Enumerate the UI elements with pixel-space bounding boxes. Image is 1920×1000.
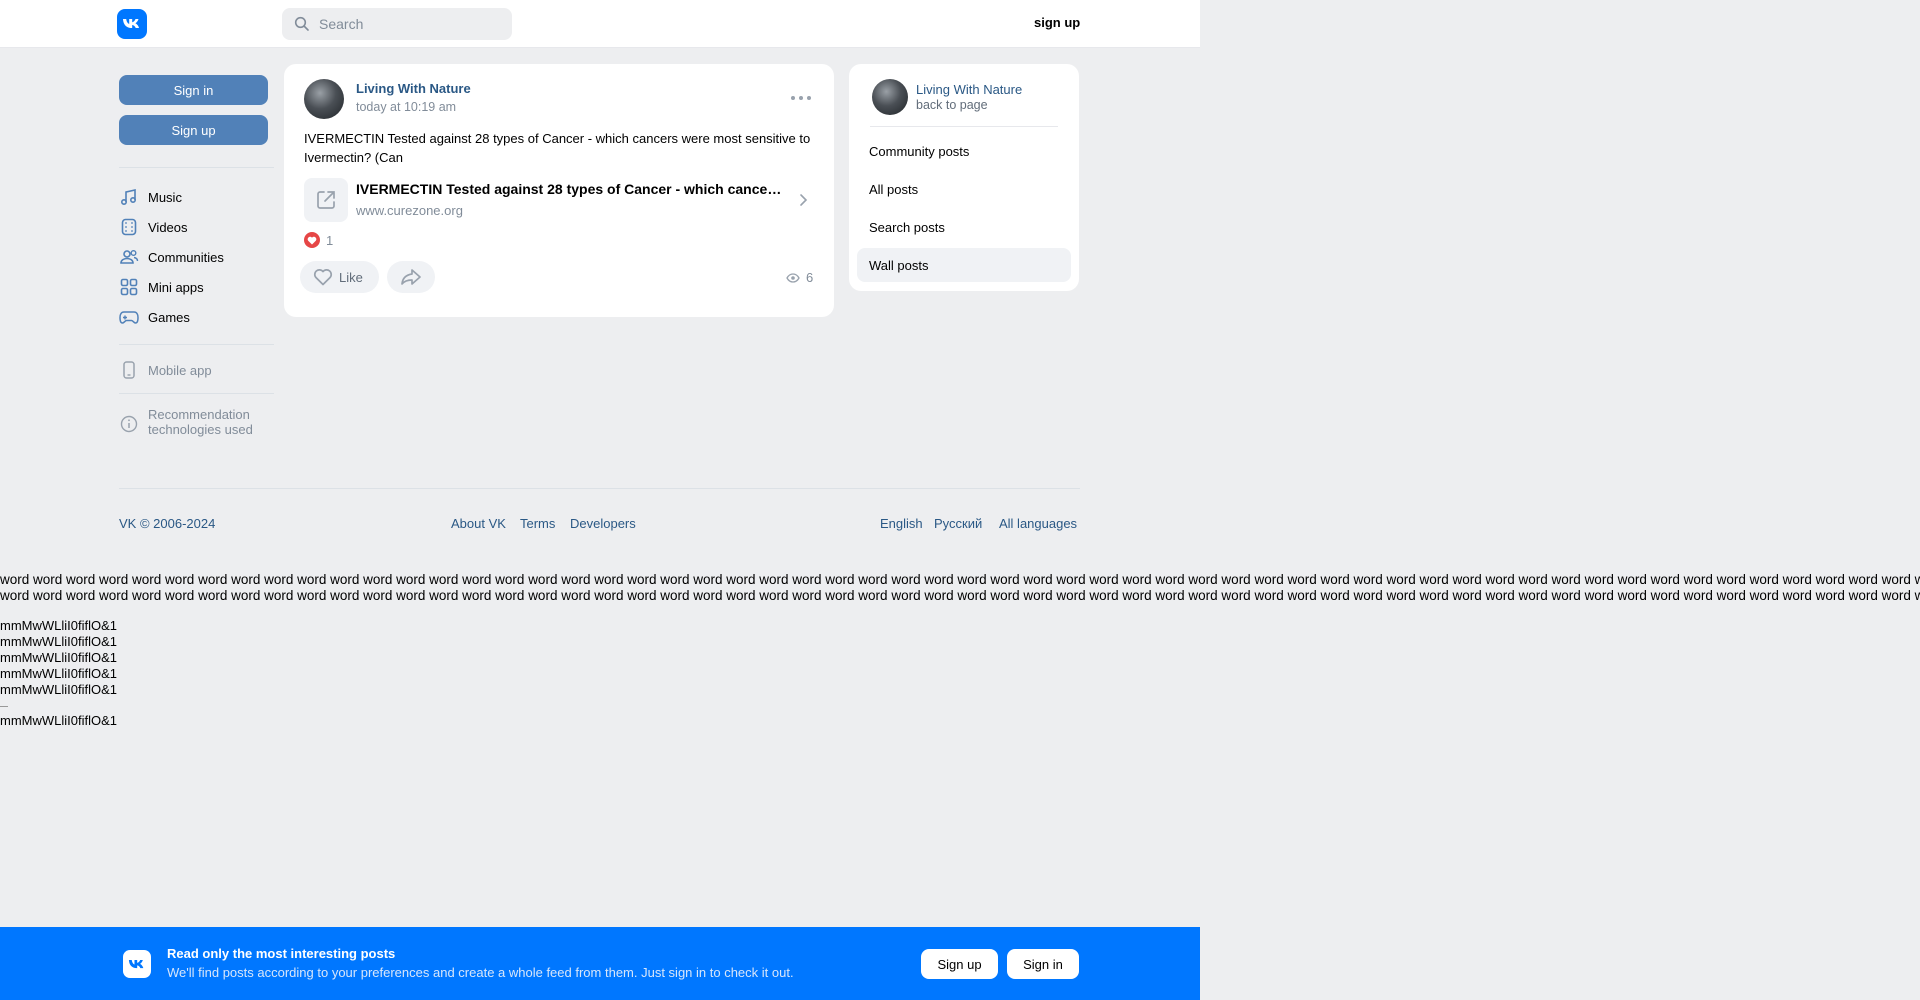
community-name-link[interactable]: Living With Nature (916, 82, 1022, 97)
nav-item-mini-apps[interactable]: Mini apps (119, 275, 204, 299)
signin-promo-banner: Read only the most interesting posts We'… (0, 927, 1200, 1000)
language-english[interactable]: English (880, 516, 923, 531)
reactions-summary[interactable]: 1 (304, 232, 333, 248)
post-time[interactable]: today at 10:19 am (356, 100, 456, 114)
banner-subtitle: We'll find posts according to your prefe… (167, 965, 794, 980)
footer-separator (119, 488, 1080, 489)
link-attachment[interactable]: IVERMECTIN Tested against 28 types of Ca… (304, 176, 814, 224)
post-author-link[interactable]: Living With Nature (356, 81, 471, 96)
language-all[interactable]: All languages (999, 516, 1077, 531)
footer-link-about[interactable]: About VK (451, 516, 506, 531)
users-icon (119, 247, 139, 267)
heart-reaction-icon (304, 232, 320, 248)
nav-separator (119, 393, 274, 394)
footer-link-terms[interactable]: Terms (520, 516, 555, 531)
top-header: sign up (0, 0, 1200, 48)
eye-icon (786, 272, 800, 283)
nav-item-mobile-app[interactable]: Mobile app (119, 358, 212, 382)
nav-item-games[interactable]: Games (119, 305, 190, 329)
phone-icon (119, 360, 139, 380)
menu-community-posts[interactable]: Community posts (857, 134, 1071, 168)
nav-item-music[interactable]: Music (119, 185, 182, 209)
back-to-page-link[interactable]: back to page (916, 98, 988, 112)
copyright: VK © 2006-2024 (119, 516, 215, 531)
nav-item-label: Mini apps (148, 279, 204, 295)
share-button[interactable] (387, 261, 435, 293)
views-number: 6 (806, 270, 814, 285)
nav-item-label: Music (148, 189, 182, 205)
search-box[interactable] (282, 8, 512, 40)
signin-button[interactable]: Sign in (119, 75, 268, 105)
glyph-test-line: mmMwWLliI0fiflO&1 (0, 666, 118, 681)
link-url: www.curezone.org (356, 203, 463, 218)
nav-item-communities[interactable]: Communities (119, 245, 224, 269)
author-avatar[interactable] (304, 79, 344, 119)
search-input[interactable] (319, 16, 499, 32)
word-line-2: word word word word word word word word … (0, 588, 1920, 603)
recommendation-line-1: Recommendation (148, 407, 250, 422)
recommendation-line-2: technologies used (148, 422, 253, 437)
external-link-icon (304, 178, 348, 222)
link-title: IVERMECTIN Tested against 28 types of Ca… (356, 181, 786, 197)
views-count: 6 (786, 270, 813, 285)
word-repeat-text: word word word word word word word word … (0, 572, 1920, 604)
banner-signup-button[interactable]: Sign up (921, 949, 998, 979)
vk-logo-icon (123, 950, 151, 978)
nav-item-label: Games (148, 309, 190, 325)
panel-separator (870, 126, 1058, 127)
heart-outline-icon (313, 269, 333, 286)
nav-item-label: Videos (148, 219, 188, 235)
chevron-right-icon (800, 194, 808, 206)
nav-item-label: Communities (148, 249, 224, 265)
nav-item-label: Mobile app (148, 362, 212, 378)
nav-item-label: Recommendation technologies used (148, 407, 253, 437)
language-russian[interactable]: Русский (934, 516, 982, 531)
info-icon (119, 414, 139, 434)
nav-item-recommendations[interactable]: Recommendation technologies used (119, 407, 253, 439)
header-signup-link[interactable]: sign up (1034, 15, 1080, 30)
glyph-test-line: mmMwWLliI0fiflO&1 (0, 634, 118, 649)
glyph-test-line: mmMwWLliI0fiflO&1 (0, 682, 118, 697)
post-text: IVERMECTIN Tested against 28 types of Ca… (304, 131, 811, 165)
menu-search-posts[interactable]: Search posts (857, 210, 1071, 244)
vk-logo-icon[interactable] (117, 9, 147, 39)
grid-icon (119, 277, 139, 297)
glyph-test-line: mmMwWLliI0fiflO&1 (0, 650, 118, 665)
like-button[interactable]: Like (300, 261, 379, 293)
nav-separator (119, 344, 274, 345)
menu-all-posts[interactable]: All posts (857, 172, 1071, 206)
like-label: Like (339, 269, 363, 285)
right-panel: Living With Nature back to page Communit… (849, 64, 1079, 291)
search-icon (294, 16, 309, 31)
post-card: Living With Nature today at 10:19 am IVE… (284, 64, 834, 317)
music-note-icon (119, 187, 139, 207)
glyph-test-line: mmMwWLliI0fiflO&1 (0, 713, 118, 728)
community-avatar[interactable] (872, 79, 908, 115)
gamepad-icon (119, 307, 139, 327)
menu-wall-posts[interactable]: Wall posts (857, 248, 1071, 282)
nav-item-videos[interactable]: Videos (119, 215, 188, 239)
more-options-icon[interactable] (791, 91, 811, 105)
nav-separator (119, 167, 274, 168)
word-line-1: word word word word word word word word … (0, 572, 1920, 587)
video-icon (119, 217, 139, 237)
vk-brand-link[interactable]: VK © 2006-2024 (119, 516, 215, 531)
divider-dash (0, 706, 8, 707)
glyph-test-line: mmMwWLliI0fiflO&1 (0, 618, 118, 633)
banner-title: Read only the most interesting posts (167, 946, 396, 961)
share-icon (401, 269, 421, 285)
footer-link-developers[interactable]: Developers (570, 516, 636, 531)
signup-button[interactable]: Sign up (119, 115, 268, 145)
banner-signin-button[interactable]: Sign in (1007, 949, 1079, 979)
reaction-count: 1 (326, 232, 334, 248)
